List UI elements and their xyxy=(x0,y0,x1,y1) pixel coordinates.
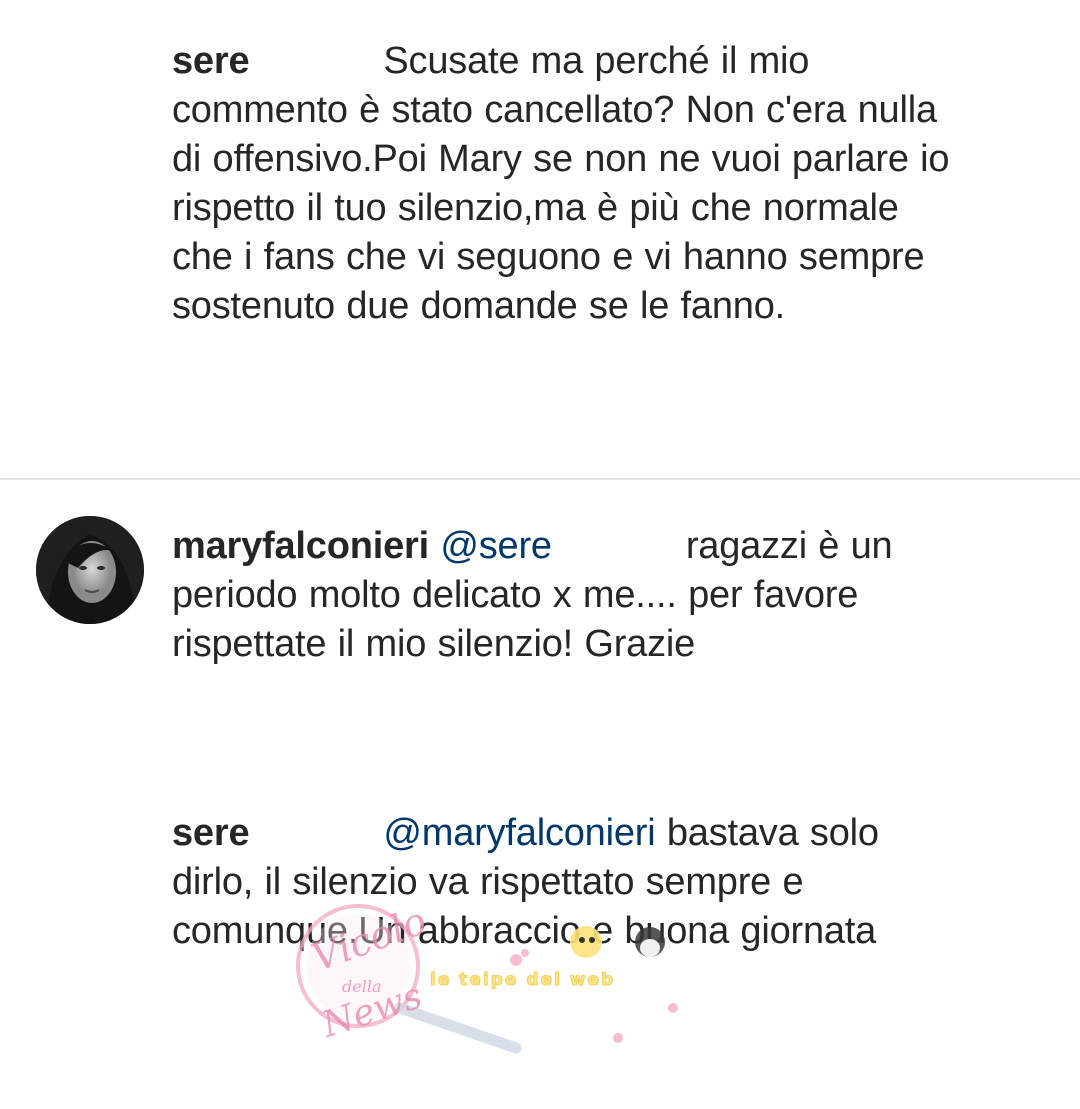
mention-link[interactable]: @maryfalconieri xyxy=(383,812,655,854)
comment-text: ragazzi è un xyxy=(685,525,893,567)
comment-text-continued: periodo molto delicato x me.... per favo… xyxy=(172,574,859,665)
comment-text: bastava xyxy=(666,812,799,854)
svg-text:della: della xyxy=(342,977,381,996)
comment-3: sere @maryfalconieri bastava solo dirlo, … xyxy=(172,809,952,956)
comment-username[interactable]: maryfalconieri xyxy=(172,525,429,567)
comment-text: Scusate ma perché il mio xyxy=(383,40,810,82)
watermark-banner: le teipe del web xyxy=(429,970,616,991)
divider xyxy=(0,478,1080,480)
comment-username[interactable]: sere xyxy=(172,812,250,854)
avatar[interactable] xyxy=(36,516,144,624)
profile-photo-icon xyxy=(36,516,144,624)
comment-1: sere Scusate ma perché il mio commento è … xyxy=(172,37,952,331)
comment-2: maryfalconieri @sere ragazzi è un periodo… xyxy=(172,522,952,669)
comment-username[interactable]: sere xyxy=(172,40,250,82)
svg-text:News: News xyxy=(316,975,427,1046)
mention-link[interactable]: @sere xyxy=(440,525,552,567)
comment-text-continued: commento è stato cancellato? Non c'era n… xyxy=(172,89,950,327)
